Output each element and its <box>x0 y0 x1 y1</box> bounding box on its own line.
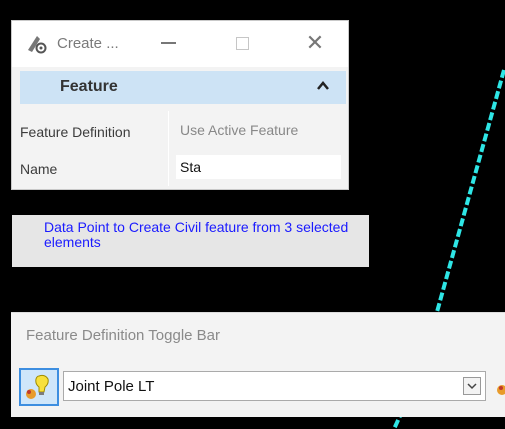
feature-definition-dropdown[interactable]: Joint Pole LT <box>63 371 486 401</box>
maximize-button[interactable] <box>224 29 260 57</box>
close-icon: ✕ <box>305 30 325 55</box>
feature-definition-label: Feature Definition <box>20 124 131 140</box>
minimize-button[interactable] <box>150 29 186 57</box>
chevron-down-icon <box>467 383 477 390</box>
toggle-bar-title: Feature Definition Toggle Bar <box>26 327 221 344</box>
row-separator <box>168 111 169 186</box>
name-label: Name <box>20 161 58 177</box>
dropdown-button[interactable] <box>463 377 481 395</box>
feature-definition-field[interactable]: Use Active Feature <box>176 118 341 142</box>
selected-feature-definition: Joint Pole LT <box>68 378 155 395</box>
feature-icon-partial[interactable] <box>493 373 505 401</box>
minimize-icon <box>160 42 176 44</box>
dialog-title: Create ... <box>57 35 119 52</box>
create-dialog: Create ... ✕ Feature Feature Definition … <box>11 20 349 190</box>
feature-definition-toggle-bar: Feature Definition Toggle Bar Joint Pole… <box>11 312 505 417</box>
maximize-icon <box>235 36 249 50</box>
create-feature-icon <box>28 36 47 54</box>
chevron-up-icon[interactable] <box>316 80 330 92</box>
feature-toggle-button[interactable] <box>19 368 59 406</box>
tool-prompt: Data Point to Create Civil feature from … <box>12 215 369 267</box>
name-field[interactable]: Sta <box>176 155 341 179</box>
close-button[interactable]: ✕ <box>297 29 333 57</box>
dialog-title-bar[interactable]: Create ... ✕ <box>12 21 348 67</box>
feature-section-header[interactable]: Feature <box>20 71 346 104</box>
feature-section-title: Feature <box>60 78 118 95</box>
prompt-text: Data Point to Create Civil feature from … <box>44 219 349 250</box>
feature-lightbulb-icon <box>26 374 49 399</box>
